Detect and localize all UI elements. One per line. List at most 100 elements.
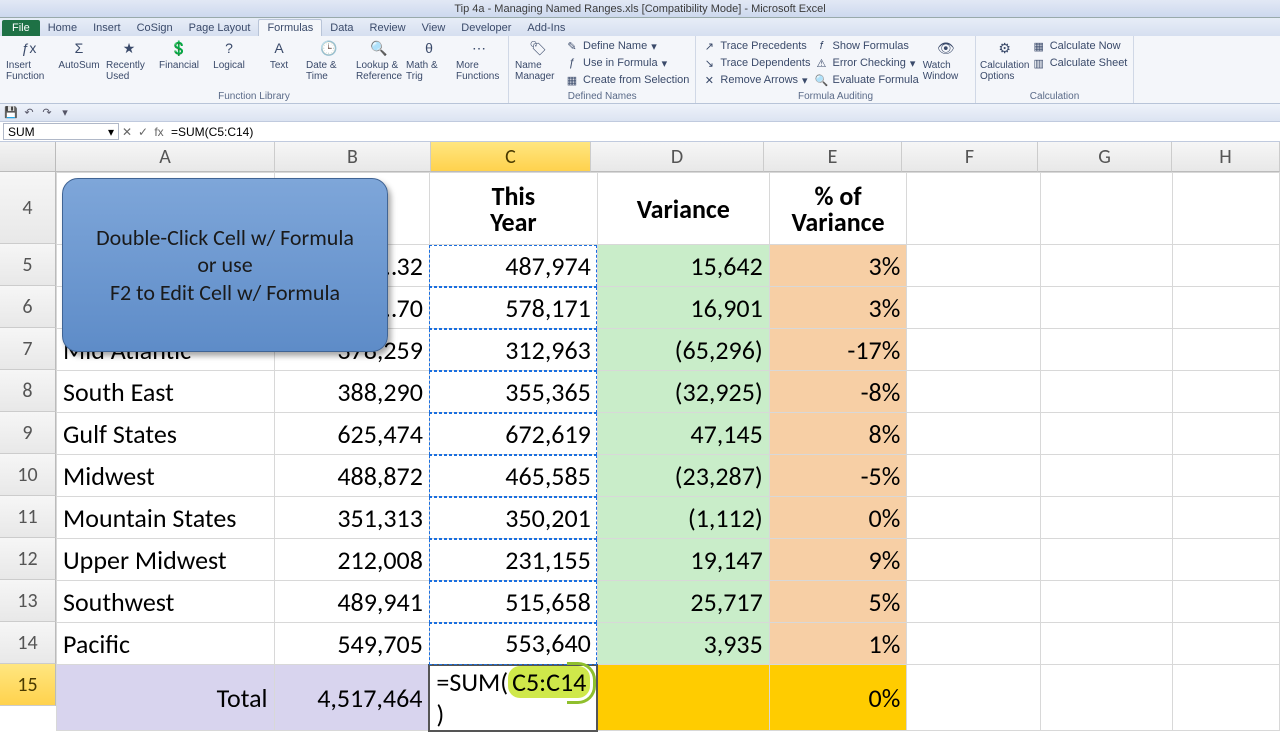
name-manager-button[interactable]: 🏷Name Manager bbox=[515, 38, 561, 90]
date-time-button[interactable]: 🕒Date & Time bbox=[306, 38, 352, 90]
cell-A14[interactable]: Pacific bbox=[57, 623, 275, 665]
cell-H7[interactable] bbox=[1173, 329, 1280, 371]
tab-insert[interactable]: Insert bbox=[85, 20, 129, 36]
redo-icon[interactable]: ↷ bbox=[40, 106, 54, 120]
cell-A9[interactable]: Gulf States bbox=[57, 413, 275, 455]
col-header-G[interactable]: G bbox=[1038, 142, 1172, 172]
cell-F7[interactable] bbox=[907, 329, 1041, 371]
tab-addins[interactable]: Add-Ins bbox=[519, 20, 573, 36]
cell-E9[interactable]: 8% bbox=[769, 413, 907, 455]
cell-D8[interactable]: (32,925) bbox=[597, 371, 769, 413]
math-trig-button[interactable]: θMath & Trig bbox=[406, 38, 452, 90]
cell-A12[interactable]: Upper Midwest bbox=[57, 539, 275, 581]
cell-H14[interactable] bbox=[1173, 623, 1280, 665]
cell-C11[interactable]: 350,201 bbox=[429, 497, 597, 539]
cell-F13[interactable] bbox=[907, 581, 1041, 623]
cell-F8[interactable] bbox=[907, 371, 1041, 413]
cell-B13[interactable]: 489,941 bbox=[274, 581, 429, 623]
cell-E5[interactable]: 3% bbox=[769, 245, 907, 287]
cell-H12[interactable] bbox=[1173, 539, 1280, 581]
tab-view[interactable]: View bbox=[414, 20, 454, 36]
cell-B15[interactable]: 4,517,464 bbox=[274, 665, 429, 731]
calculate-sheet-button[interactable]: ▥Calculate Sheet bbox=[1032, 55, 1128, 71]
row-header-7[interactable]: 7 bbox=[0, 328, 56, 370]
row-header-4[interactable]: 4 bbox=[0, 172, 56, 244]
cell-F9[interactable] bbox=[907, 413, 1041, 455]
fx-button[interactable]: fx bbox=[151, 125, 167, 139]
logical-button[interactable]: ?Logical bbox=[206, 38, 252, 90]
tab-data[interactable]: Data bbox=[322, 20, 361, 36]
calculate-now-button[interactable]: ▦Calculate Now bbox=[1032, 38, 1128, 54]
recently-used-button[interactable]: ★Recently Used bbox=[106, 38, 152, 90]
tab-file[interactable]: File bbox=[2, 20, 40, 36]
cell-E7[interactable]: -17% bbox=[769, 329, 907, 371]
row-header-15[interactable]: 15 bbox=[0, 664, 56, 706]
insert-function-button[interactable]: ƒxInsert Function bbox=[6, 38, 52, 90]
qat-dropdown-icon[interactable]: ▾ bbox=[58, 106, 72, 120]
row-header-14[interactable]: 14 bbox=[0, 622, 56, 664]
remove-arrows-button[interactable]: ✕Remove Arrows ▾ bbox=[702, 72, 810, 88]
cell-F5[interactable] bbox=[907, 245, 1041, 287]
cell-G13[interactable] bbox=[1041, 581, 1173, 623]
cell-B9[interactable]: 625,474 bbox=[274, 413, 429, 455]
cell-B10[interactable]: 488,872 bbox=[274, 455, 429, 497]
cell-D6[interactable]: 16,901 bbox=[597, 287, 769, 329]
cell-C8[interactable]: 355,365 bbox=[429, 371, 597, 413]
cell-B12[interactable]: 212,008 bbox=[274, 539, 429, 581]
cell-D5[interactable]: 15,642 bbox=[597, 245, 769, 287]
cell-C10[interactable]: 465,585 bbox=[429, 455, 597, 497]
cell-G10[interactable] bbox=[1041, 455, 1173, 497]
row-header-8[interactable]: 8 bbox=[0, 370, 56, 412]
cell-C5[interactable]: 487,974 bbox=[429, 245, 597, 287]
row-header-10[interactable]: 10 bbox=[0, 454, 56, 496]
row-header-6[interactable]: 6 bbox=[0, 286, 56, 328]
more-functions-button[interactable]: ⋯More Functions bbox=[456, 38, 502, 90]
cell-F4[interactable] bbox=[907, 173, 1041, 245]
cell-C15-editing[interactable]: =SUM(C5:C14) bbox=[429, 665, 597, 731]
tab-review[interactable]: Review bbox=[362, 20, 414, 36]
tab-cosign[interactable]: CoSign bbox=[129, 20, 181, 36]
watch-window-button[interactable]: 👁Watch Window bbox=[923, 38, 969, 90]
cell-H4[interactable] bbox=[1173, 173, 1280, 245]
cell-D9[interactable]: 47,145 bbox=[597, 413, 769, 455]
row-header-12[interactable]: 12 bbox=[0, 538, 56, 580]
col-header-B[interactable]: B bbox=[275, 142, 431, 172]
chevron-down-icon[interactable]: ▾ bbox=[108, 125, 114, 139]
cell-E15[interactable]: 0% bbox=[769, 665, 907, 731]
cell-G5[interactable] bbox=[1041, 245, 1173, 287]
cell-H8[interactable] bbox=[1173, 371, 1280, 413]
cell-A8[interactable]: South East bbox=[57, 371, 275, 413]
cell-D11[interactable]: (1,112) bbox=[597, 497, 769, 539]
cell-B8[interactable]: 388,290 bbox=[274, 371, 429, 413]
name-box[interactable]: SUM ▾ bbox=[3, 123, 119, 140]
cell-C7[interactable]: 312,963 bbox=[429, 329, 597, 371]
row-header-13[interactable]: 13 bbox=[0, 580, 56, 622]
cell-H9[interactable] bbox=[1173, 413, 1280, 455]
evaluate-formula-button[interactable]: 🔍Evaluate Formula bbox=[814, 72, 918, 88]
text-button[interactable]: AText bbox=[256, 38, 302, 90]
create-from-selection-button[interactable]: ▦Create from Selection bbox=[565, 72, 689, 88]
cell-D14[interactable]: 3,935 bbox=[597, 623, 769, 665]
cell-E12[interactable]: 9% bbox=[769, 539, 907, 581]
define-name-button[interactable]: ✎Define Name ▾ bbox=[565, 38, 689, 54]
cell-C6[interactable]: 578,171 bbox=[429, 287, 597, 329]
tab-developer[interactable]: Developer bbox=[453, 20, 519, 36]
cell-A11[interactable]: Mountain States bbox=[57, 497, 275, 539]
financial-button[interactable]: 💲Financial bbox=[156, 38, 202, 90]
cell-E4[interactable]: % ofVariance bbox=[769, 173, 907, 245]
save-icon[interactable]: 💾 bbox=[4, 106, 18, 120]
cell-B11[interactable]: 351,313 bbox=[274, 497, 429, 539]
cell-G7[interactable] bbox=[1041, 329, 1173, 371]
cell-A10[interactable]: Midwest bbox=[57, 455, 275, 497]
cell-E10[interactable]: -5% bbox=[769, 455, 907, 497]
enter-icon[interactable]: ✓ bbox=[135, 125, 151, 139]
cell-E11[interactable]: 0% bbox=[769, 497, 907, 539]
cell-H11[interactable] bbox=[1173, 497, 1280, 539]
cell-F10[interactable] bbox=[907, 455, 1041, 497]
row-header-5[interactable]: 5 bbox=[0, 244, 56, 286]
cell-H10[interactable] bbox=[1173, 455, 1280, 497]
cell-G8[interactable] bbox=[1041, 371, 1173, 413]
col-header-D[interactable]: D bbox=[591, 142, 764, 172]
cell-G15[interactable] bbox=[1041, 665, 1173, 731]
cancel-icon[interactable]: ✕ bbox=[119, 125, 135, 139]
